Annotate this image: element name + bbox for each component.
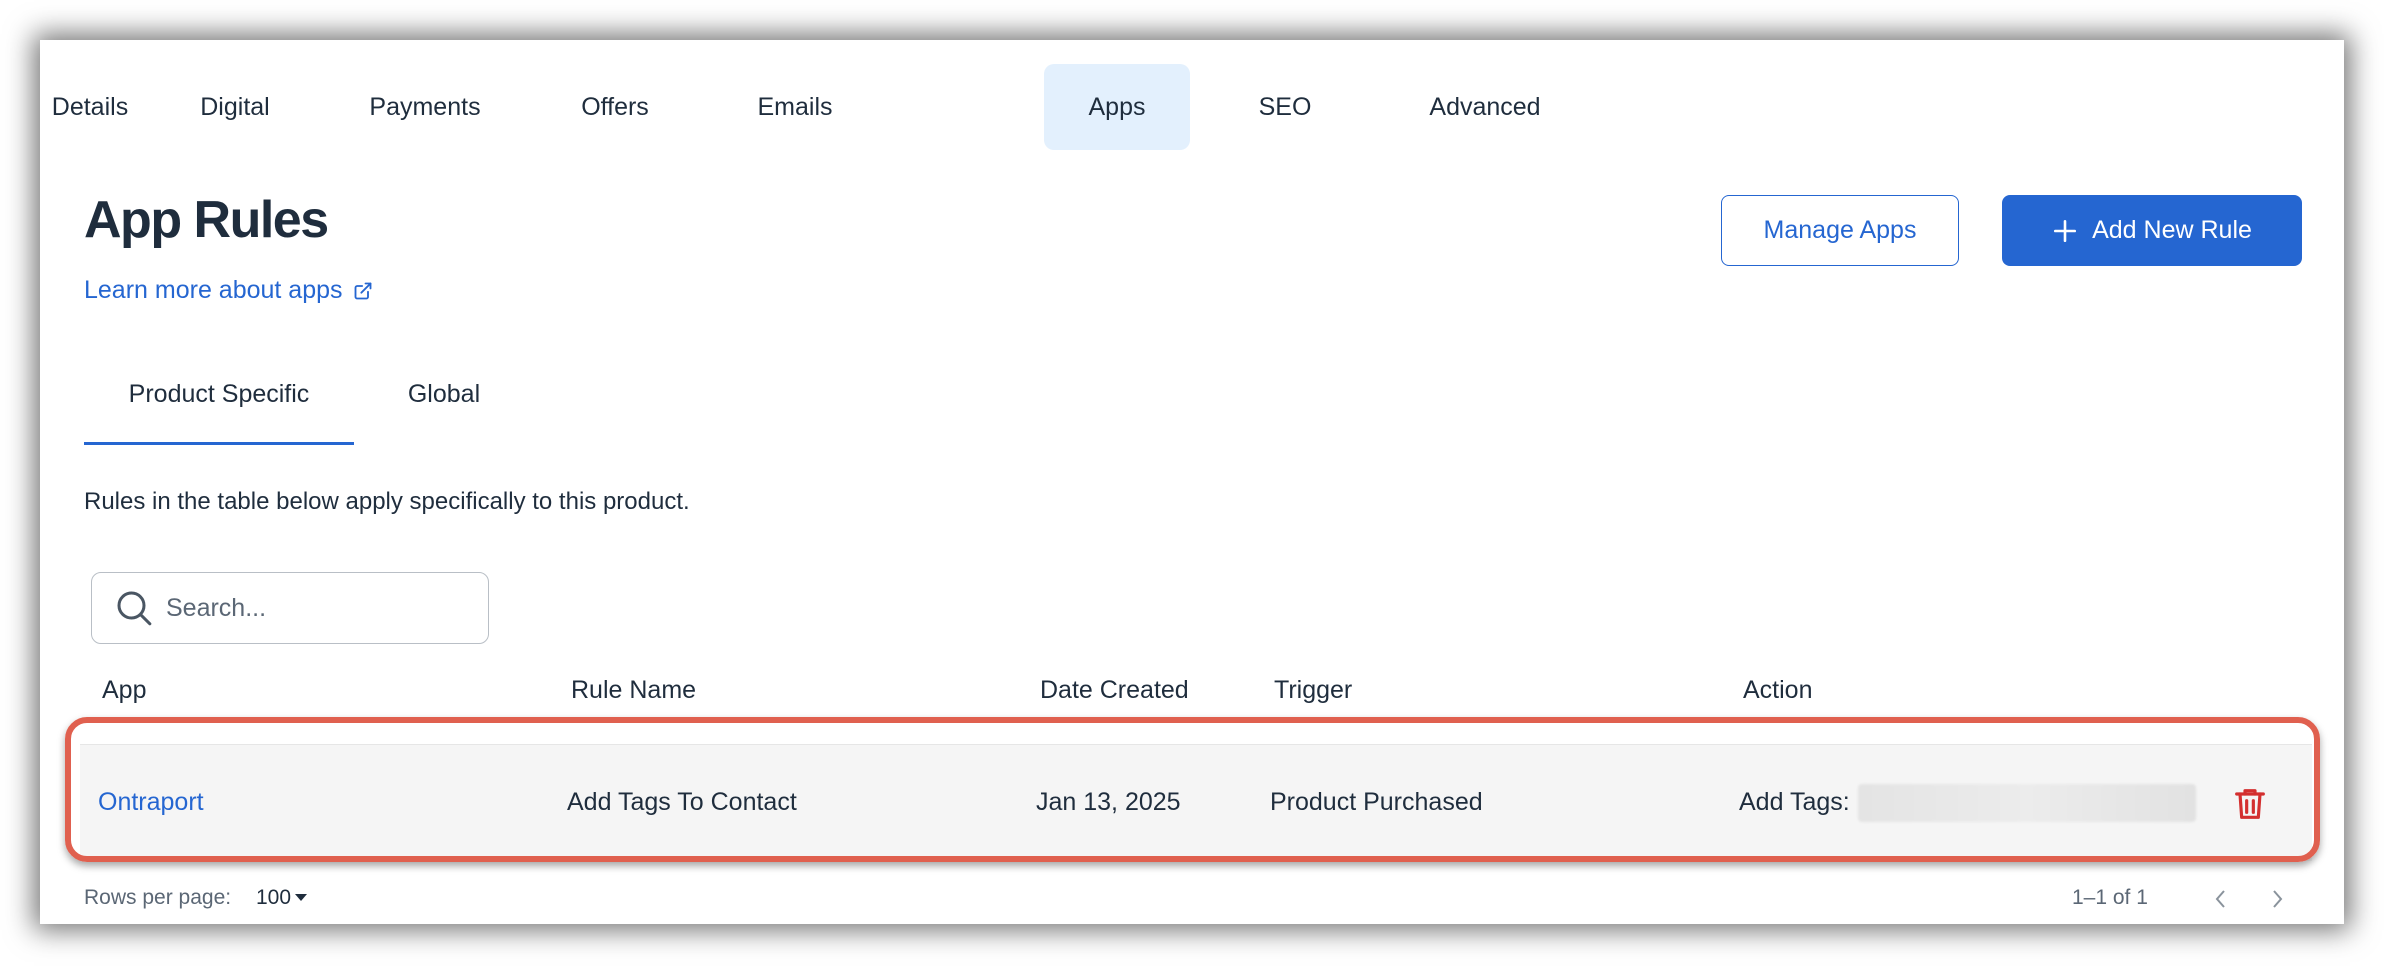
manage-apps-button[interactable]: Manage Apps	[1721, 195, 1959, 266]
rule-name-cell: Add Tags To Contact	[567, 788, 797, 816]
column-header-app[interactable]: App	[102, 676, 146, 705]
redacted-tags	[1858, 784, 2196, 822]
rows-per-page-select[interactable]: 100	[256, 886, 308, 910]
search-input[interactable]	[164, 592, 468, 624]
date-created-cell: Jan 13, 2025	[1036, 788, 1181, 816]
tab-emails[interactable]: Emails	[730, 64, 860, 150]
column-header-date-created[interactable]: Date Created	[1040, 676, 1189, 705]
product-settings-card: Details Digital Payments Offers Emails A…	[40, 40, 2344, 924]
tab-product-specific[interactable]: Product Specific	[84, 380, 354, 445]
add-new-rule-button[interactable]: Add New Rule	[2002, 195, 2302, 266]
rows-per-page-label: Rows per page:	[84, 886, 232, 909]
external-link-icon	[354, 282, 371, 299]
rows-per-page-value: 100	[256, 886, 292, 909]
column-header-action[interactable]: Action	[1743, 676, 1812, 705]
app-link-ontraport[interactable]: Ontraport	[98, 788, 204, 817]
column-header-rule-name[interactable]: Rule Name	[571, 676, 696, 705]
caret-down-icon	[295, 894, 308, 901]
action-cell: Add Tags:	[1739, 788, 1850, 816]
search-icon	[117, 591, 152, 626]
chevron-left-icon[interactable]	[2210, 886, 2232, 912]
chevron-right-icon[interactable]	[2266, 886, 2288, 912]
page-title: App Rules	[84, 191, 329, 249]
search-field[interactable]	[91, 572, 489, 644]
tab-payments[interactable]: Payments	[340, 64, 510, 150]
tab-seo[interactable]: SEO	[1230, 64, 1340, 150]
trigger-cell: Product Purchased	[1270, 788, 1483, 816]
plus-icon	[2054, 219, 2077, 242]
add-new-rule-label: Add New Rule	[2092, 216, 2252, 244]
learn-more-label: Learn more about apps	[84, 276, 343, 304]
tab-digital[interactable]: Digital	[170, 64, 300, 150]
tab-global[interactable]: Global	[394, 380, 494, 442]
tab-advanced[interactable]: Advanced	[1400, 64, 1570, 150]
table-description: Rules in the table below apply specifica…	[84, 488, 690, 515]
pagination-range: 1–1 of 1	[2072, 886, 2148, 909]
trash-icon[interactable]	[2230, 784, 2270, 824]
tab-apps[interactable]: Apps	[1044, 64, 1190, 150]
tab-offers[interactable]: Offers	[550, 64, 680, 150]
learn-more-link[interactable]: Learn more about apps	[84, 276, 373, 305]
tab-details[interactable]: Details	[40, 64, 140, 150]
column-header-trigger[interactable]: Trigger	[1274, 676, 1352, 705]
